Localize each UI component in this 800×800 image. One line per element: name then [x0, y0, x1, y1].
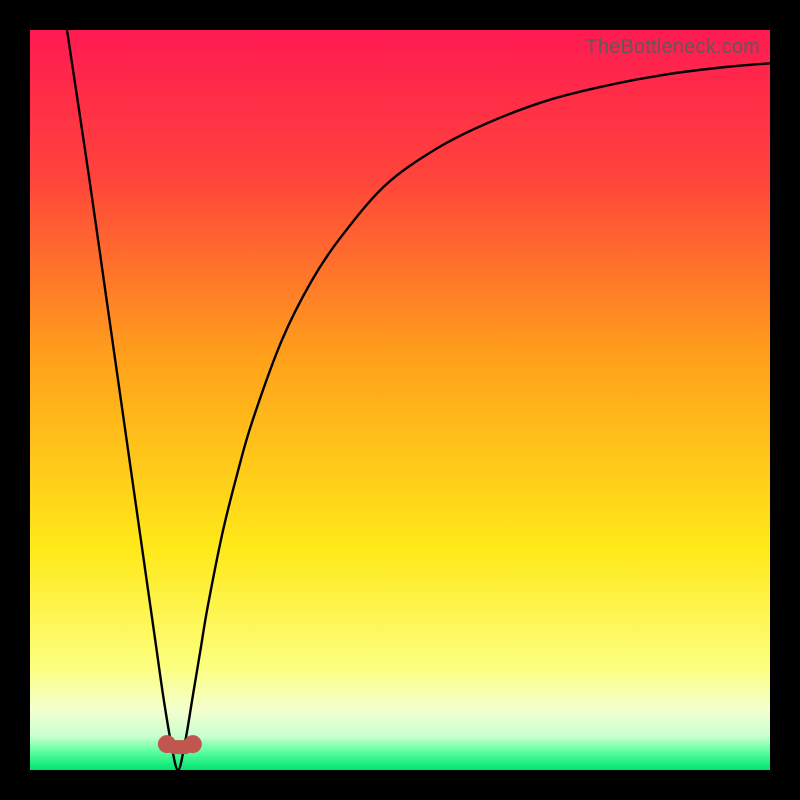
plot-area: TheBottleneck.com	[30, 30, 770, 770]
gradient-background	[30, 30, 770, 770]
watermark-text: TheBottleneck.com	[585, 36, 760, 59]
chart-svg	[30, 30, 770, 770]
optimum-left	[158, 735, 176, 753]
chart-frame: TheBottleneck.com	[0, 0, 800, 800]
optimum-right	[184, 735, 202, 753]
